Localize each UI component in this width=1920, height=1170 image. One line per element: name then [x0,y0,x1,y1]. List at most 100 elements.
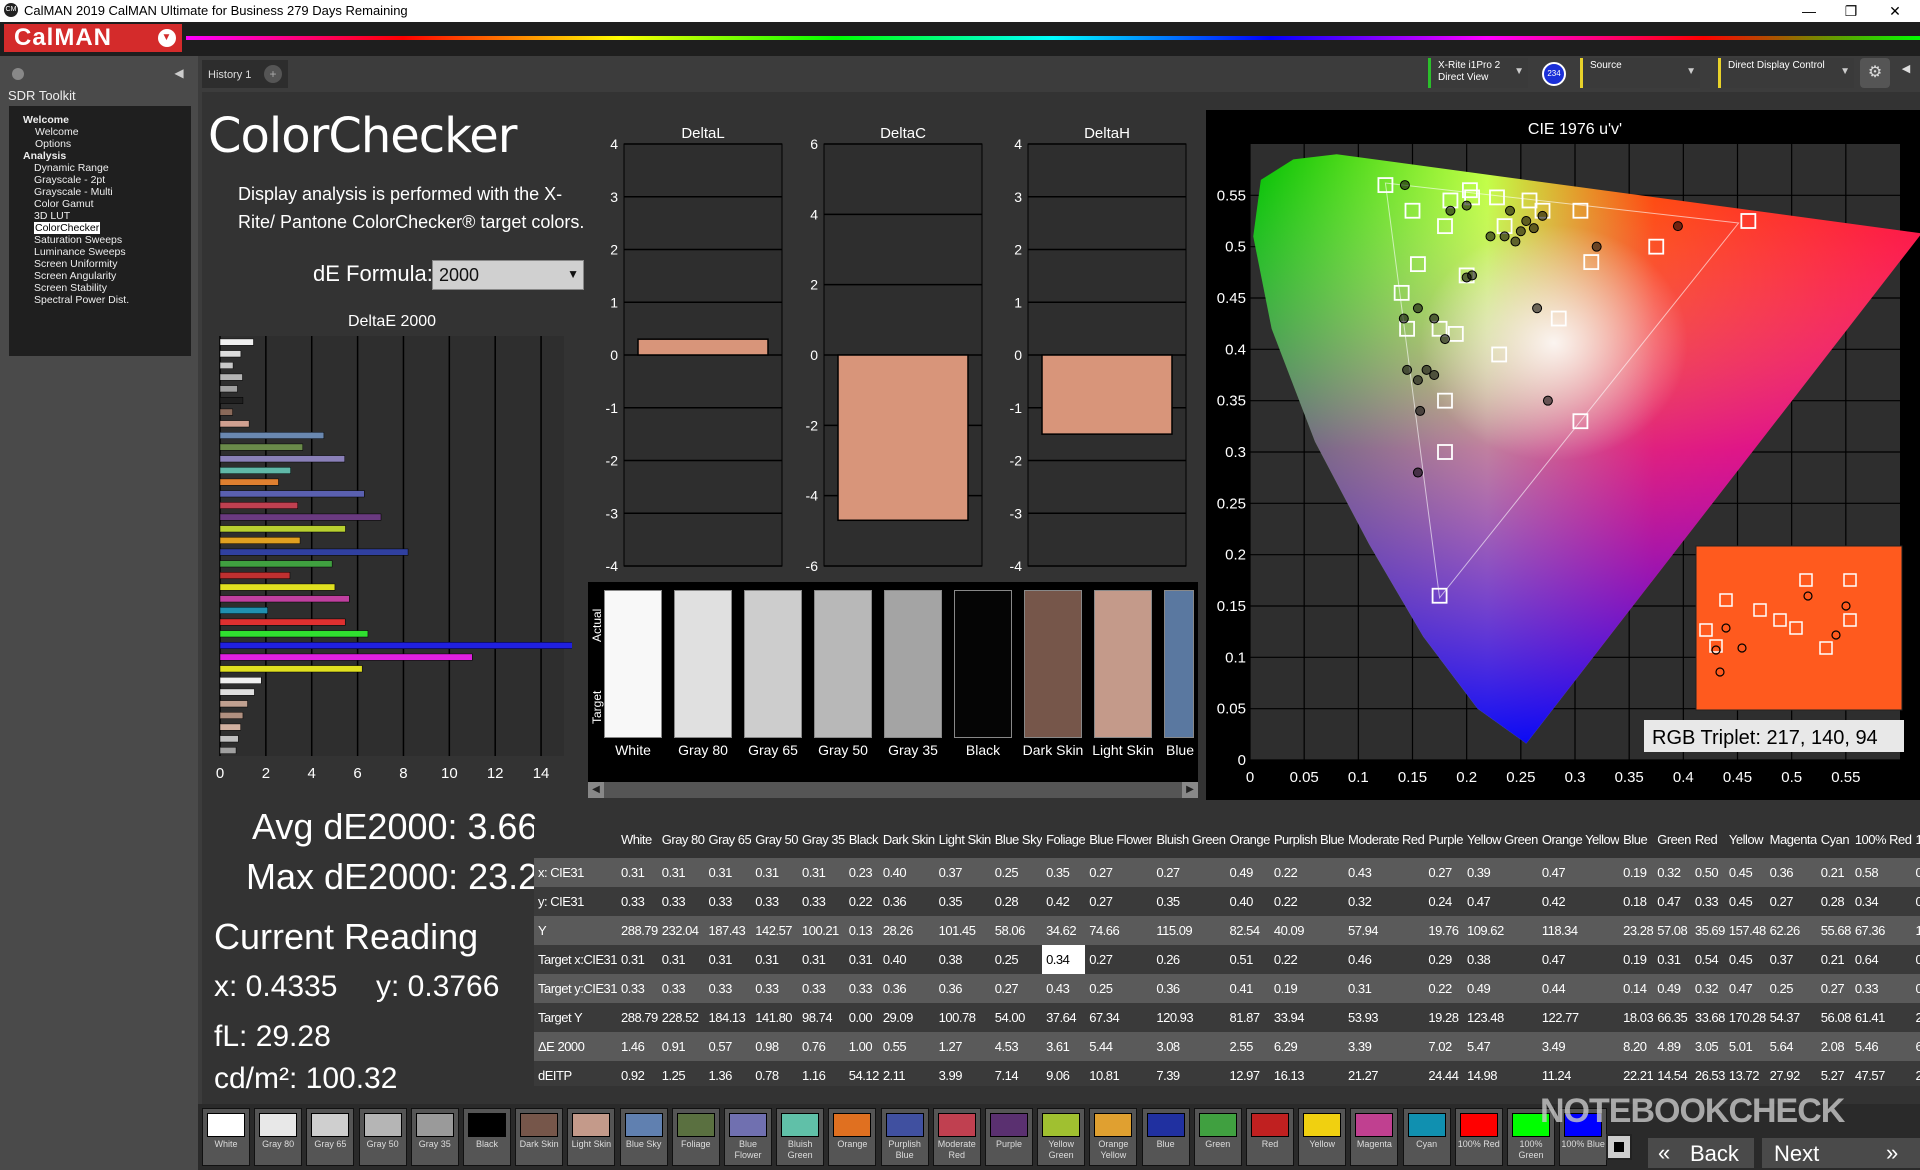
table-cell[interactable]: 0.33 [1690,887,1725,916]
table-cell[interactable]: 0.22 [1269,858,1344,887]
table-cell[interactable]: 14.54 [1653,1061,1691,1086]
table-cell[interactable]: 109.62 [1462,916,1538,945]
table-cell[interactable]: 0.22 [1424,974,1463,1003]
sidebar-item-color-gamut[interactable]: Color Gamut [34,198,94,210]
table-cell[interactable]: 1.46 [617,1032,658,1061]
table-cell[interactable]: 288.79 [617,1003,658,1032]
table-cell[interactable]: 0.31 [751,858,799,887]
table-cell[interactable]: 0.39 [1462,858,1538,887]
table-cell[interactable]: 0.64 [1850,945,1912,974]
table-cell[interactable]: 0.31 [704,945,752,974]
table-cell[interactable]: 33.68 [1690,1003,1725,1032]
sidebar-item-welcome[interactable]: Welcome [23,114,69,126]
table-cell[interactable]: 0.36 [1152,974,1226,1003]
table-cell[interactable]: 0.60 [1911,974,1920,1003]
table-cell[interactable]: 67.36 [1850,916,1912,945]
table-cell[interactable]: 10.81 [1085,1061,1153,1086]
table-cell[interactable]: 0.27 [990,974,1043,1003]
table-cell[interactable]: 0.19 [1269,974,1344,1003]
table-cell[interactable]: 0.45 [1724,858,1766,887]
table-cell[interactable]: 47.57 [1850,1061,1912,1086]
table-cell[interactable]: 5.27 [1816,1061,1851,1086]
close-button[interactable]: ✕ [1872,0,1918,22]
table-cell[interactable]: 0.98 [751,1032,799,1061]
table-cell[interactable]: 0.38 [1462,945,1538,974]
display-selector[interactable]: Direct Display Control ▼ [1718,58,1854,88]
table-cell[interactable]: 0.51 [1225,945,1270,974]
table-cell[interactable]: 56.08 [1816,1003,1851,1032]
next-button[interactable]: Next » [1762,1138,1920,1168]
table-cell[interactable]: 0.41 [1225,974,1270,1003]
patch-button-100-red[interactable]: 100% Red [1454,1108,1503,1166]
table-cell[interactable]: 82.54 [1225,916,1270,945]
table-cell[interactable]: 120.93 [1152,1003,1226,1032]
table-cell[interactable]: 3.05 [1690,1032,1725,1061]
table-cell[interactable]: 0.45 [1724,945,1766,974]
table-cell[interactable]: 0.31 [844,945,879,974]
table-cell[interactable]: 0.49 [1462,974,1538,1003]
patch-button-cyan[interactable]: Cyan [1402,1108,1451,1166]
table-cell[interactable]: 118.34 [1537,916,1620,945]
table-cell[interactable]: 12.97 [1225,1061,1270,1086]
table-cell[interactable]: 3.39 [1344,1032,1425,1061]
table-cell[interactable]: 0.24 [1424,887,1463,916]
table-cell[interactable]: 28.26 [878,916,935,945]
table-cell[interactable]: 58.06 [990,916,1043,945]
table-cell[interactable]: 61.41 [1850,1003,1912,1032]
table-cell[interactable]: 0.57 [704,1032,752,1061]
table-cell[interactable]: 0.29 [1424,945,1463,974]
table-cell[interactable]: 100.21 [798,916,845,945]
table-cell[interactable]: 0.31 [798,945,845,974]
swatch-black[interactable] [954,590,1012,738]
patch-button-green[interactable]: Green [1193,1108,1242,1166]
table-cell[interactable]: 0.33 [1911,858,1920,887]
table-cell[interactable]: 123.48 [1462,1003,1538,1032]
table-cell[interactable]: 0.28 [1816,887,1851,916]
swatch-gray-80[interactable] [674,590,732,738]
table-cell[interactable]: 5.46 [1850,1032,1912,1061]
table-cell[interactable]: 288.79 [617,916,658,945]
sidebar-item-screen-uniformity[interactable]: Screen Uniformity [34,258,117,270]
stop-button[interactable] [1606,1134,1632,1160]
table-cell[interactable]: 157.48 [1724,916,1766,945]
swatch-light-skin[interactable] [1094,590,1152,738]
table-cell[interactable]: 1.16 [798,1061,845,1086]
table-cell[interactable]: 184.13 [704,1003,752,1032]
table-cell[interactable]: 20.56 [1911,1061,1920,1086]
table-cell[interactable]: 0.43 [1344,858,1425,887]
table-cell[interactable]: 0.21 [1816,858,1851,887]
patch-button-red[interactable]: Red [1246,1108,1294,1166]
table-cell[interactable]: 0.33 [617,887,658,916]
table-cell[interactable]: 3.61 [1042,1032,1086,1061]
table-cell[interactable]: 0.47 [1537,945,1620,974]
table-cell[interactable]: 0.37 [934,858,991,887]
table-cell[interactable]: 0.23 [844,858,879,887]
patch-button-black[interactable]: Black [463,1108,511,1166]
table-cell[interactable]: 0.19 [1619,945,1654,974]
source-selector[interactable]: Source ▼ [1580,58,1700,88]
settings-gear-icon[interactable]: ⚙ [1860,58,1890,88]
table-cell[interactable]: 57.94 [1344,916,1425,945]
table-cell[interactable]: 4.53 [990,1032,1043,1061]
table-cell[interactable]: 19.76 [1424,916,1463,945]
table-cell[interactable]: 0.33 [1850,974,1912,1003]
table-cell[interactable]: 0.33 [751,887,799,916]
table-cell[interactable]: 7.39 [1152,1061,1226,1086]
table-cell[interactable]: 101.45 [934,916,991,945]
patch-button-yellow-green[interactable]: Yellow Green [1037,1108,1086,1166]
meter-selector[interactable]: X-Rite i1Pro 2 Direct View ▼ [1428,58,1528,88]
table-cell[interactable]: 170.28 [1724,1003,1766,1032]
table-cell[interactable]: 0.47 [1653,887,1691,916]
table-cell[interactable]: 0.78 [751,1061,799,1086]
table-cell[interactable]: 0.49 [1225,858,1270,887]
table-cell[interactable]: 0.25 [1085,974,1153,1003]
table-cell[interactable]: 9.06 [1042,1061,1086,1086]
table-cell[interactable]: 0.33 [657,974,705,1003]
add-tab-button[interactable]: + [264,65,282,83]
table-cell[interactable]: 0.00 [844,1003,879,1032]
patch-button-orange-yellow[interactable]: Orange Yellow [1089,1108,1138,1166]
table-cell[interactable]: 0.33 [798,974,845,1003]
table-cell[interactable]: 0.22 [1269,887,1344,916]
table-cell[interactable]: 1.27 [934,1032,991,1061]
table-cell[interactable]: 0.43 [1042,974,1086,1003]
